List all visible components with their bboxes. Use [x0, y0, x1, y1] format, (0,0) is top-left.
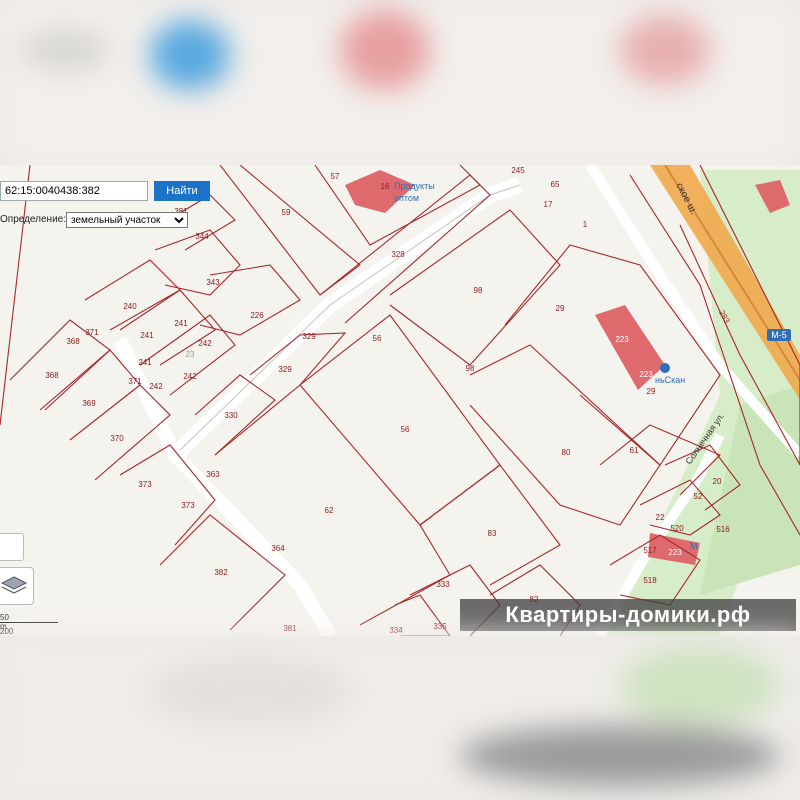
- parcel-label[interactable]: 57: [331, 172, 340, 181]
- parcel-label[interactable]: 240: [123, 302, 137, 311]
- scale-line: [0, 622, 58, 623]
- parcel-label[interactable]: 328: [391, 250, 405, 259]
- parcel-label[interactable]: 80: [562, 448, 571, 457]
- parcel-label[interactable]: 343: [206, 278, 220, 287]
- blur-blob: [20, 30, 110, 70]
- parcel-label[interactable]: 56: [373, 334, 382, 343]
- parcel-label[interactable]: 335: [433, 622, 447, 631]
- parcel-label[interactable]: 518: [643, 576, 657, 585]
- blurred-background-top: [0, 0, 800, 165]
- parcel-label[interactable]: 29: [556, 304, 565, 313]
- parcel-label[interactable]: 368: [45, 371, 59, 380]
- parcel-label[interactable]: 223: [668, 548, 682, 557]
- cadastral-number-input[interactable]: [0, 181, 148, 201]
- parcel-label[interactable]: 242: [149, 382, 163, 391]
- parcel-label[interactable]: 370: [110, 434, 124, 443]
- layers-button[interactable]: [0, 567, 34, 605]
- parcel-label[interactable]: 517: [643, 546, 657, 555]
- parcel-label[interactable]: 363: [206, 470, 220, 479]
- parcel-label[interactable]: 17: [544, 200, 553, 209]
- blur-blob: [460, 726, 780, 786]
- parcel-label[interactable]: 364: [271, 544, 285, 553]
- parcel-label[interactable]: 16: [381, 182, 390, 191]
- parcel-label[interactable]: 83: [488, 529, 497, 538]
- parcel-label[interactable]: 245: [511, 166, 525, 175]
- parcel-label[interactable]: 61: [630, 446, 639, 455]
- parcel-label[interactable]: 344: [195, 232, 209, 241]
- parcel-label[interactable]: 62: [325, 506, 334, 515]
- parcel-label[interactable]: 382: [214, 568, 228, 577]
- parcel-label[interactable]: 242: [198, 339, 212, 348]
- parcel-label[interactable]: 241: [174, 319, 188, 328]
- parcel-label[interactable]: 330: [224, 411, 238, 420]
- parcel-label[interactable]: 369: [82, 399, 96, 408]
- blur-blob: [150, 20, 230, 90]
- poi-label[interactable]: ньСкан: [655, 375, 685, 385]
- parcel-label[interactable]: 334: [389, 626, 403, 635]
- parcel-label[interactable]: 241: [138, 358, 152, 367]
- parcel-label[interactable]: 371: [128, 377, 142, 386]
- poi-label[interactable]: Продукты: [394, 181, 435, 191]
- parcel-label[interactable]: 20: [713, 477, 722, 486]
- parcel-label[interactable]: 373: [181, 501, 195, 510]
- parcel-label[interactable]: 59: [282, 208, 291, 217]
- parcel-label[interactable]: 56: [401, 425, 410, 434]
- parcel-label[interactable]: 373: [138, 480, 152, 489]
- building: [345, 170, 415, 213]
- poi-marker-icon[interactable]: [660, 363, 670, 373]
- parcel-label[interactable]: 65: [551, 180, 560, 189]
- watermark: Квартиры-домики.рф: [460, 599, 796, 631]
- parcel-label[interactable]: 371: [85, 328, 99, 337]
- parcel-label[interactable]: 329: [278, 365, 292, 374]
- parcel-label[interactable]: 98: [466, 364, 475, 373]
- parcel-label[interactable]: 241: [140, 331, 154, 340]
- blurred-background-bottom: [0, 636, 800, 800]
- highway-shield-label: М-5: [771, 330, 787, 340]
- parcel-label[interactable]: 242: [183, 372, 197, 381]
- blur-blob: [150, 656, 350, 726]
- parcel-label[interactable]: 381: [283, 624, 297, 633]
- parcel-label[interactable]: 516: [716, 525, 730, 534]
- map-canvas[interactable]: 59 57 16 245 65 17 1 328 98 98 29 29 223…: [0, 165, 800, 636]
- blur-blob: [620, 646, 780, 726]
- poi-label[interactable]: М: [690, 541, 698, 551]
- parcel-label[interactable]: 223: [615, 335, 629, 344]
- parcel-label[interactable]: 23: [186, 350, 195, 359]
- parcel-label[interactable]: 98: [474, 286, 483, 295]
- cadastral-map[interactable]: 59 57 16 245 65 17 1 328 98 98 29 29 223…: [0, 165, 800, 636]
- parcel-label[interactable]: 1: [583, 220, 588, 229]
- parcel-label[interactable]: 368: [66, 337, 80, 346]
- parcel-label[interactable]: 329: [302, 332, 316, 341]
- definition-label: Определение:: [0, 214, 67, 225]
- poi-label[interactable]: оптом: [394, 193, 419, 203]
- blur-blob: [620, 15, 710, 85]
- definition-select[interactable]: земельный участок: [66, 212, 188, 228]
- parcel-label[interactable]: 520: [670, 524, 684, 533]
- parcel-label[interactable]: 52: [694, 492, 703, 501]
- scale-feet: 200 ft: [0, 627, 14, 636]
- layers-icon: [0, 576, 28, 594]
- parcel-label[interactable]: 226: [250, 311, 264, 320]
- parcel-label[interactable]: 29: [647, 387, 656, 396]
- parcel-label[interactable]: 22: [656, 513, 665, 522]
- parcel-label[interactable]: 223: [639, 370, 653, 379]
- definition-row: Определение: земельный участок: [0, 212, 188, 228]
- find-button[interactable]: Найти: [154, 181, 210, 201]
- map-control-button[interactable]: [0, 533, 24, 561]
- parcel-label[interactable]: 333: [436, 580, 450, 589]
- blur-blob: [340, 10, 430, 90]
